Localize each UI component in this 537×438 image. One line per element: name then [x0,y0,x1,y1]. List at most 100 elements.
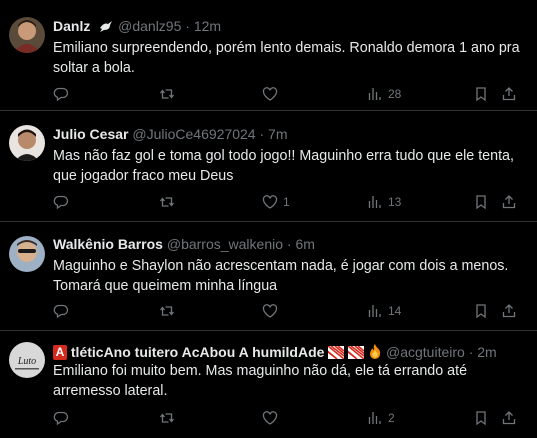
bar-chart-icon [368,412,381,424]
reply-icon [53,411,69,426]
heart-icon [262,195,278,209]
reply-button[interactable] [53,301,74,321]
reply-icon [53,87,69,102]
action-bar: 14 [53,301,528,321]
tweet-text-line: Emiliano surpreendendo, porém lento dema… [53,40,520,56]
bar-chart-icon [368,196,381,208]
reply-button[interactable] [53,408,74,428]
view-count: 2 [388,411,395,425]
display-name[interactable]: Danlz [53,18,90,34]
share-button[interactable] [501,301,517,321]
retweet-button[interactable] [159,84,180,104]
bookmark-button[interactable] [473,192,489,212]
bar-chart-icon [368,88,381,100]
retweet-button[interactable] [159,192,180,212]
tweet[interactable]: Julio Cesar @JulioCe46927024 · 7m Mas nã… [0,111,537,222]
display-name[interactable]: Julio Cesar [53,126,128,142]
tweet-text: Emiliano foi muito bem. Mas maguinho não… [53,361,523,401]
retweet-button[interactable] [159,301,180,321]
display-name[interactable]: tléticAno tuitero AcAbou A humildAde [71,344,325,360]
share-button[interactable] [501,192,517,212]
retweet-icon [159,197,175,207]
display-name[interactable]: Walkênio Barros [53,236,163,252]
bookmark-icon [476,87,486,102]
timestamp[interactable]: 7m [268,126,287,142]
bookmark-icon [476,304,486,319]
tweet-header: A tléticAno tuitero AcAbou A humildAde @… [53,343,497,363]
view-count: 28 [388,87,402,101]
dove-icon [98,18,114,38]
share-button[interactable] [501,408,517,428]
letter-a-red-square-icon: A [53,345,67,360]
tweet-text-line: Tomará que queimem minha língua [53,278,278,294]
tweet-text-line: arremesso lateral. [53,383,168,399]
reply-icon [53,304,69,319]
separator-dot: · [468,344,474,360]
share-icon [502,195,516,209]
timeline-feed: Danlz @danlz95 · 12m Emiliano surpreende… [0,0,537,438]
bookmark-button[interactable] [473,301,489,321]
avatar[interactable] [9,17,45,53]
separator-dot: · [259,126,265,142]
avatar[interactable] [9,236,45,272]
bookmark-button[interactable] [473,408,489,428]
retweet-icon [159,413,175,423]
action-bar: 28 [53,84,528,104]
like-button[interactable] [262,301,283,321]
timestamp[interactable]: 6m [295,236,314,252]
avatar[interactable] [9,125,45,161]
like-button[interactable] [262,84,283,104]
tweet-text-line: que jogador fraco meu Deus [53,168,234,184]
user-handle[interactable]: @JulioCe46927024 [132,126,255,142]
separator-dot: · [286,236,292,252]
views-button[interactable]: 13 [367,192,401,212]
tweet-text-line: soltar a bola. [53,60,135,76]
tweet-text-line: Emiliano foi muito bem. Mas maguinho não… [53,363,468,379]
share-icon [502,87,516,101]
separator-dot: · [185,18,190,34]
avatar[interactable]: Luto [9,342,45,378]
tweet-header: Julio Cesar @JulioCe46927024 · 7m [53,125,287,143]
share-icon [502,411,516,425]
tweet-text-line: Maguinho e Shaylon não acrescentam nada,… [53,258,509,274]
user-handle[interactable]: @acgtuiteiro [386,344,465,360]
action-bar: 2 [53,408,528,428]
reply-button[interactable] [53,84,74,104]
tweet-text-line: Mas não faz gol e toma gol todo jogo!! M… [53,148,514,164]
action-bar: 1 13 [53,192,528,212]
view-count: 13 [388,195,402,209]
bookmark-button[interactable] [473,84,489,104]
views-button[interactable]: 2 [367,408,395,428]
tweet-text: Maguinho e Shaylon não acrescentam nada,… [53,256,523,296]
tweet[interactable]: Danlz @danlz95 · 12m Emiliano surpreende… [0,0,537,111]
view-count: 14 [388,304,402,318]
heart-icon [262,87,278,101]
bookmark-icon [476,411,486,426]
tweet-header: Danlz @danlz95 · 12m [53,17,221,38]
tweet-text: Mas não faz gol e toma gol todo jogo!! M… [53,146,523,186]
tweet-text: Emiliano surpreendendo, porém lento dema… [53,38,523,78]
user-handle[interactable]: @barros_walkenio [167,236,283,252]
like-count: 1 [283,195,290,209]
retweet-icon [159,89,175,99]
like-button[interactable]: 1 [262,192,290,212]
views-button[interactable]: 14 [367,301,401,321]
timestamp[interactable]: 12m [194,18,221,34]
user-handle[interactable]: @danlz95 [118,18,181,34]
bookmark-icon [476,195,486,210]
heart-icon [262,411,278,425]
heart-icon [262,304,278,318]
svg-text:Luto: Luto [17,356,36,367]
like-button[interactable] [262,408,283,428]
retweet-icon [159,306,175,316]
views-button[interactable]: 28 [367,84,401,104]
reply-icon [53,195,69,210]
reply-button[interactable] [53,192,74,212]
tweet-header: Walkênio Barros @barros_walkenio · 6m [53,235,315,253]
tweet[interactable]: Walkênio Barros @barros_walkenio · 6m Ma… [0,222,537,331]
retweet-button[interactable] [159,408,180,428]
tweet[interactable]: Luto A tléticAno tuitero AcAbou A humild… [0,331,537,438]
timestamp[interactable]: 2m [477,344,496,360]
share-icon [502,304,516,318]
share-button[interactable] [501,84,517,104]
